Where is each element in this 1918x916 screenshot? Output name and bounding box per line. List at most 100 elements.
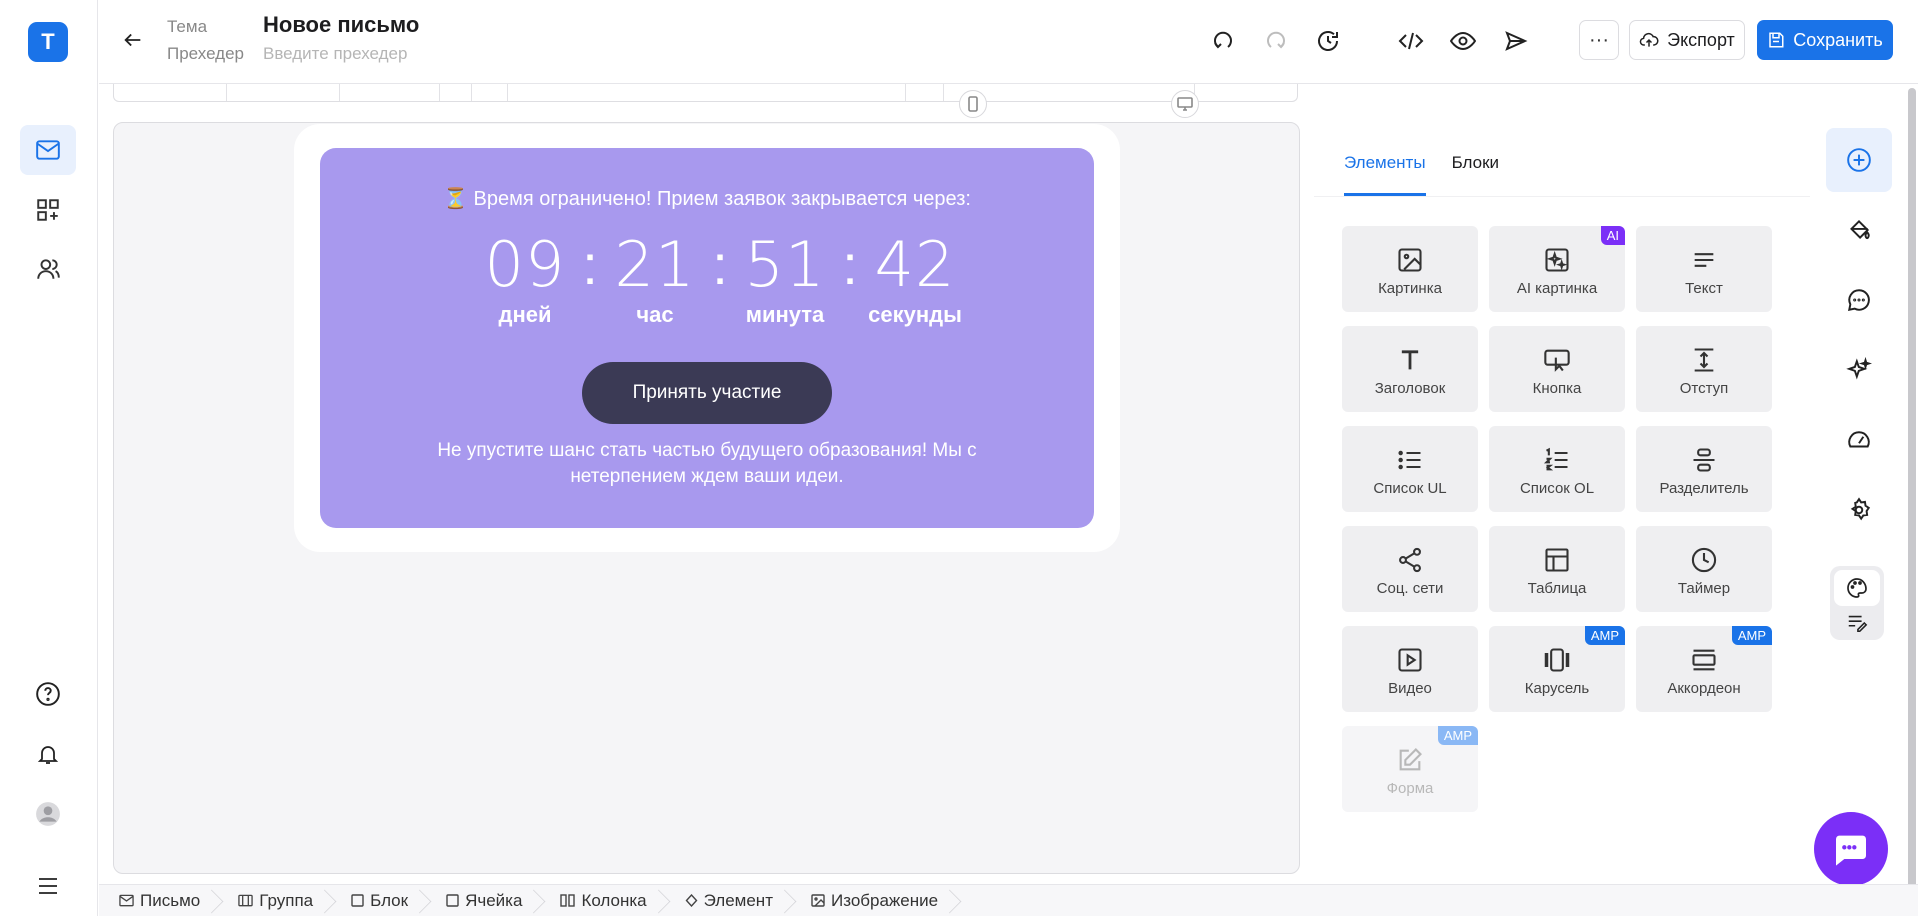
tile-social[interactable]: Соц. сети [1342,526,1478,612]
breadcrumb-item-image[interactable]: Изображение [791,885,956,916]
support-chat-button[interactable] [1814,812,1888,886]
accordion-icon [1690,646,1718,674]
carousel-icon [1543,646,1571,674]
tile-spacer[interactable]: Отступ [1636,326,1772,412]
notes-button[interactable] [1844,610,1870,636]
tile-text[interactable]: Текст [1636,226,1772,312]
tile-timer[interactable]: Таймер [1636,526,1772,612]
notifications-button[interactable] [30,736,66,772]
breadcrumb-label: Колонка [581,890,647,910]
elements-panel: Элементы Блоки Картинка AI картинка AI Т… [1314,122,1810,842]
breadcrumb-item-block[interactable]: Блок [331,885,426,916]
workspace-logo[interactable]: T [28,22,68,62]
editor-header: Тема Новое письмо Прехедер Введите прехе… [99,0,1918,84]
desktop-view-toggle[interactable] [1171,90,1199,118]
breadcrumb-item-group[interactable]: Группа [218,885,331,916]
menu-button[interactable] [30,868,66,904]
tile-form[interactable]: Форма AMP [1342,726,1478,812]
theme-button[interactable] [1834,570,1880,606]
tile-video[interactable]: Видео [1342,626,1478,712]
promo-body-text: Не упустите шанс стать частью будущего о… [437,440,977,487]
avatar[interactable] [30,796,66,832]
back-button[interactable] [119,26,147,54]
tile-accordion[interactable]: Аккордеон AMP [1636,626,1772,712]
undo-button[interactable] [1206,24,1240,58]
code-icon [1398,29,1424,53]
tile-label: Заголовок [1374,380,1446,397]
performance-button[interactable] [1826,408,1892,472]
notes-edit-icon [1846,612,1868,634]
tab-blocks[interactable]: Блоки [1452,152,1499,196]
amp-badge: AMP [1731,626,1772,645]
send-icon [1504,29,1528,53]
breadcrumb-item-cell[interactable]: Ячейка [426,885,540,916]
group-icon [238,894,253,907]
countdown-days-label: дней [498,302,552,327]
history-button[interactable] [1311,24,1345,58]
redo-button[interactable] [1259,24,1293,58]
breadcrumb-label: Блок [370,890,409,910]
save-label: Сохранить [1793,29,1883,50]
tile-label: Кнопка [1532,380,1582,397]
mail-nav-button[interactable] [20,125,76,175]
gear-icon [1846,497,1872,523]
tile-carousel[interactable]: Карусель AMP [1489,626,1625,712]
breadcrumb-item-email[interactable]: Письмо [99,885,218,916]
tile-label: AI картинка [1516,280,1598,297]
blocks-nav-button[interactable] [20,185,76,235]
image-icon [1396,246,1424,274]
bell-icon [36,742,60,766]
subject-field[interactable]: Новое письмо [263,12,419,38]
tile-ai-image[interactable]: AI картинка AI [1489,226,1625,312]
tile-numbered-list[interactable]: Список OL [1489,426,1625,512]
comments-button[interactable] [1826,268,1892,332]
tile-label: Таймер [1677,580,1731,597]
ai-assistant-button[interactable] [1826,338,1892,402]
tab-elements[interactable]: Элементы [1344,152,1426,196]
breadcrumb-item-column[interactable]: Колонка [540,885,664,916]
share-icon [1396,546,1424,574]
mobile-view-toggle[interactable] [959,90,987,118]
button-icon [1543,346,1571,374]
theme-strip [1830,566,1884,640]
tile-heading[interactable]: Заголовок [1342,326,1478,412]
breadcrumb-item-element[interactable]: Элемент [665,885,791,916]
tile-bullet-list[interactable]: Список UL [1342,426,1478,512]
preview-button[interactable] [1446,24,1480,58]
styles-button[interactable] [1826,198,1892,262]
chat-bubbles-icon [1846,287,1872,313]
numbered-list-icon [1543,446,1571,474]
tile-image[interactable]: Картинка [1342,226,1478,312]
mail-icon [119,894,134,907]
tile-label: Текст [1685,280,1723,297]
countdown-block[interactable]: ⏳ Время ограничено! Прием заявок закрыва… [320,148,1094,528]
tile-divider[interactable]: Разделитель [1636,426,1772,512]
panel-tabs: Элементы Блоки [1344,152,1499,196]
tool-strip [1822,124,1896,548]
breadcrumb-label: Письмо [140,890,201,910]
save-button[interactable]: Сохранить [1757,20,1893,60]
preheader-field[interactable]: Введите прехедер [263,44,407,64]
send-test-button[interactable] [1499,24,1533,58]
tile-label: Форма [1386,780,1434,797]
export-button[interactable]: Экспорт [1629,20,1745,60]
chat-icon [1831,829,1871,869]
help-button[interactable] [30,676,66,712]
export-label: Экспорт [1667,29,1735,50]
countdown-headline: ⏳ Время ограничено! Прием заявок закрыва… [443,188,971,210]
add-elements-button[interactable] [1826,128,1892,192]
phone-icon [966,96,980,112]
breadcrumb-label: Элемент [703,890,773,910]
cta-button[interactable]: Принять участие [582,362,832,424]
contacts-nav-button[interactable] [20,244,76,294]
breadcrumb-label: Группа [259,890,314,910]
code-view-button[interactable] [1394,24,1428,58]
more-button[interactable]: ··· [1579,20,1619,60]
page-scrollbar[interactable] [1908,88,1916,888]
countdown-hours-label: час [636,302,674,327]
tile-label: Разделитель [1659,480,1749,497]
tile-button[interactable]: Кнопка [1489,326,1625,412]
settings-button[interactable] [1826,478,1892,542]
spacer-icon [1690,346,1718,374]
tile-table[interactable]: Таблица [1489,526,1625,612]
